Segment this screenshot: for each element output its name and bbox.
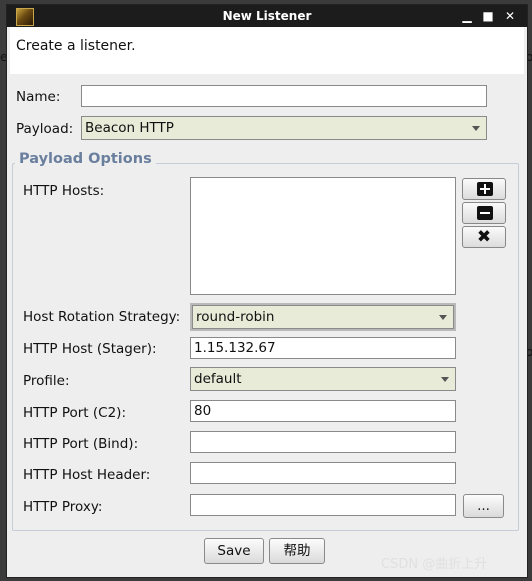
profile-value: default — [194, 371, 242, 387]
remove-host-button[interactable] — [462, 202, 506, 224]
new-listener-dialog: New Listener ▁ ■ ✕ Create a listener. Na… — [6, 4, 528, 578]
window-title: New Listener — [222, 9, 312, 23]
title-bar[interactable]: New Listener ▁ ■ ✕ — [7, 5, 527, 27]
name-label: Name: — [16, 89, 61, 105]
port-c2-label: HTTP Port (C2): — [23, 405, 126, 421]
dropdown-arrow-icon — [472, 126, 480, 131]
port-bind-label: HTTP Port (Bind): — [23, 436, 139, 452]
dropdown-arrow-icon — [441, 377, 449, 382]
close-icon[interactable]: ✕ — [502, 8, 518, 24]
payload-options-legend: Payload Options — [15, 151, 156, 167]
description-text: Create a listener. — [16, 38, 136, 54]
watermark-text: CSDN @曲折上升 — [381, 557, 488, 572]
payload-select[interactable]: Beacon HTTP — [81, 116, 487, 140]
remove-icon — [477, 206, 493, 220]
profile-label: Profile: — [23, 373, 70, 389]
minimize-icon[interactable]: ▁ — [459, 8, 475, 24]
proxy-settings-button[interactable]: ... — [463, 494, 504, 518]
host-rotation-select[interactable]: round-robin — [190, 303, 456, 331]
save-button[interactable]: Save — [204, 538, 264, 564]
name-input[interactable] — [81, 85, 487, 107]
host-header-label: HTTP Host Header: — [23, 467, 151, 483]
add-icon — [477, 182, 493, 196]
profile-select[interactable]: default — [190, 367, 456, 391]
clear-icon: ✖ — [476, 227, 492, 247]
http-hosts-label: HTTP Hosts: — [23, 183, 105, 199]
help-button[interactable]: 帮助 — [269, 538, 325, 564]
clear-hosts-button[interactable]: ✖ — [462, 226, 506, 248]
http-hosts-list[interactable] — [190, 177, 456, 295]
port-c2-input[interactable]: 80 — [190, 400, 456, 422]
host-header-input[interactable] — [190, 462, 456, 484]
host-rotation-label: Host Rotation Strategy: — [23, 309, 181, 325]
stager-host-label: HTTP Host (Stager): — [23, 341, 157, 357]
payload-label: Payload: — [16, 121, 74, 137]
port-bind-input[interactable] — [190, 431, 456, 453]
add-host-button[interactable] — [462, 178, 506, 200]
stager-host-input[interactable]: 1.15.132.67 — [190, 337, 456, 359]
proxy-label: HTTP Proxy: — [23, 499, 103, 515]
payload-value: Beacon HTTP — [85, 120, 174, 136]
description-panel: Create a listener. — [7, 27, 527, 74]
dropdown-arrow-icon — [439, 315, 447, 320]
proxy-input[interactable] — [190, 494, 456, 516]
host-rotation-value: round-robin — [196, 309, 275, 325]
maximize-icon[interactable]: ■ — [480, 8, 496, 24]
